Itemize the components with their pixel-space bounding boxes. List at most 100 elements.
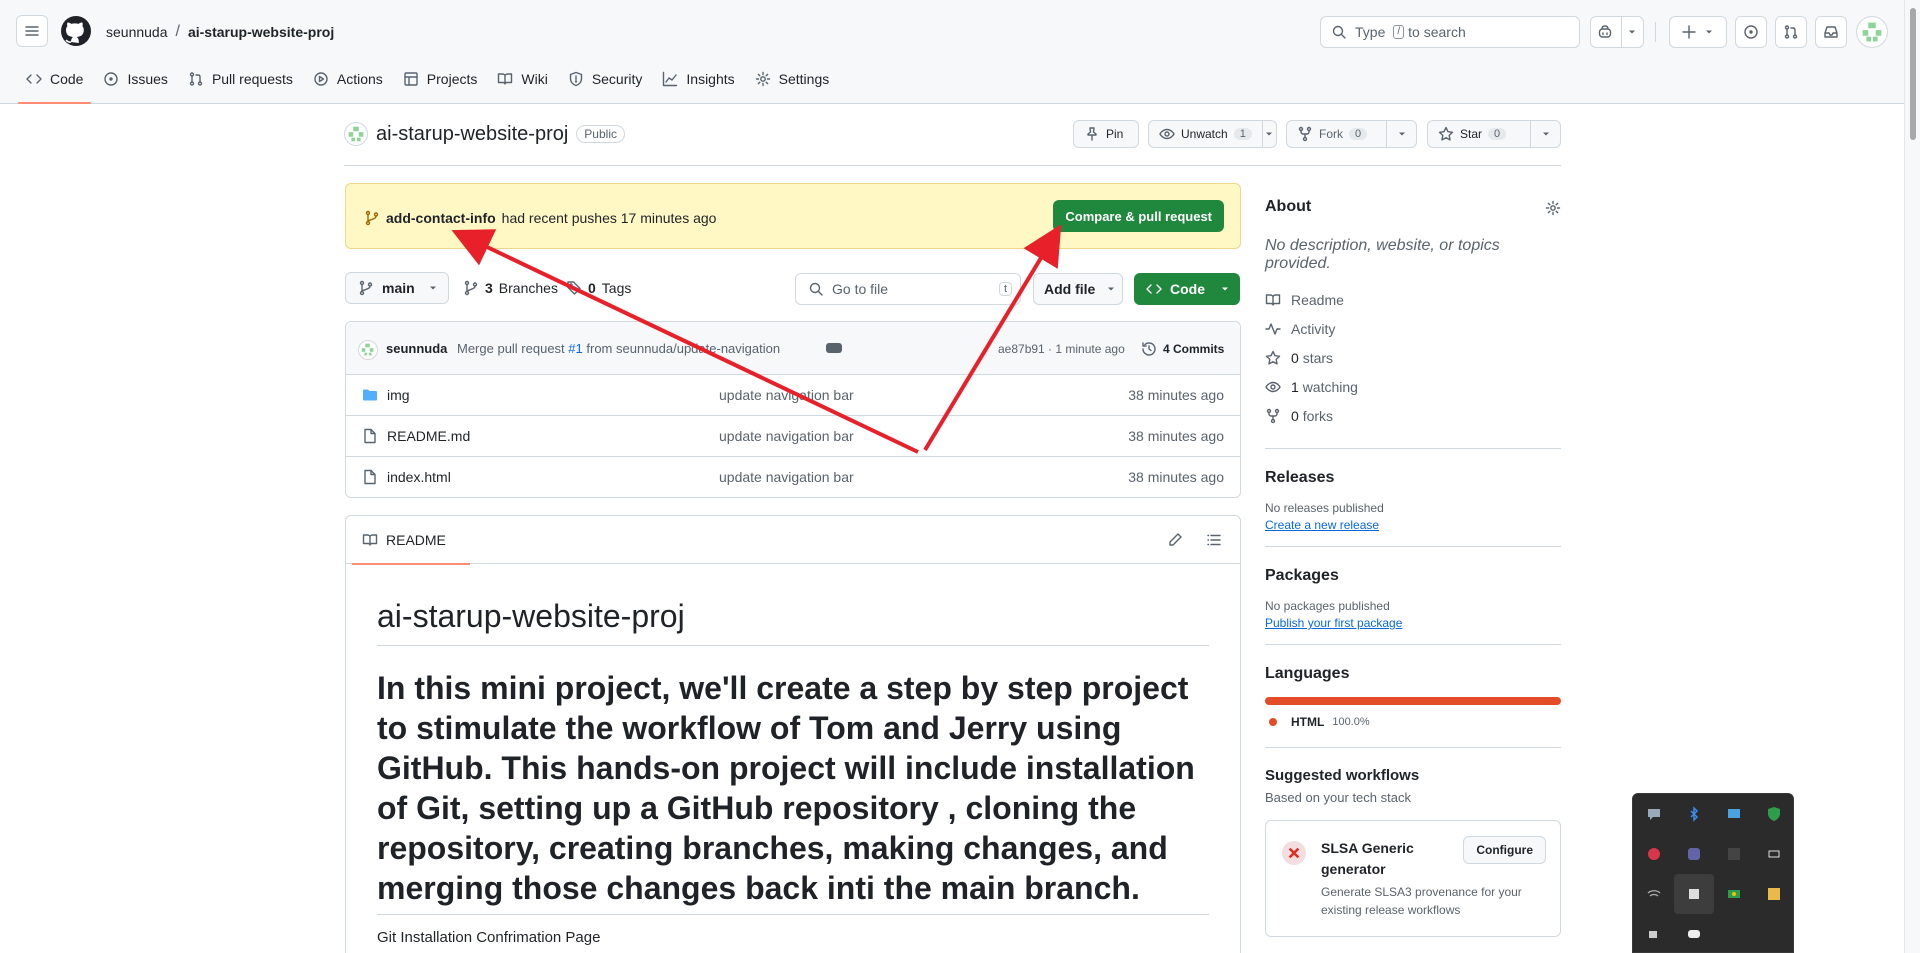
commit-author-avatar[interactable]	[358, 340, 378, 360]
file-commit-message[interactable]: update navigation bar	[719, 469, 854, 485]
tab-code[interactable]: Code	[16, 62, 93, 104]
inbox-button[interactable]	[1815, 16, 1847, 48]
tray-teams-icon[interactable]	[1674, 834, 1714, 874]
commits-link[interactable]: 4 Commits	[1141, 341, 1224, 357]
forks-count: 0	[1291, 407, 1299, 424]
repo-name[interactable]: ai-starup-website-proj	[376, 123, 568, 146]
folder-icon	[363, 389, 377, 401]
pull-requests-button[interactable]	[1775, 16, 1807, 48]
edit-readme-button[interactable]	[1167, 532, 1183, 548]
tab-insights[interactable]: Insights	[652, 62, 744, 96]
file-commit-message[interactable]: update navigation bar	[719, 387, 854, 403]
readme-link[interactable]: Readme	[1265, 285, 1561, 314]
github-logo-icon[interactable]	[60, 15, 92, 47]
branches-link[interactable]: 3 Branches	[463, 280, 558, 296]
releases-title[interactable]: Releases	[1265, 469, 1561, 487]
readme-tab[interactable]: README	[352, 516, 470, 565]
tray-wifi-icon[interactable]	[1634, 874, 1674, 914]
tray-defender-icon[interactable]	[1754, 794, 1794, 834]
configure-button[interactable]: Configure	[1463, 836, 1546, 864]
commit-pr-link[interactable]: #1	[568, 341, 582, 356]
system-tray-overflow	[1632, 793, 1794, 953]
commit-expand-button[interactable]	[826, 343, 842, 353]
activity-link-label: Activity	[1291, 320, 1336, 337]
tab-security[interactable]: Security	[558, 62, 653, 96]
commit-sha-time[interactable]: ae87b91 · 1 minute ago	[998, 342, 1125, 356]
file-name[interactable]: README.md	[387, 428, 470, 444]
code-button[interactable]: Code	[1134, 273, 1240, 305]
compare-pull-request-button[interactable]: Compare & pull request	[1053, 200, 1224, 232]
tray-app-flag-icon[interactable]	[1714, 874, 1754, 914]
stars-link[interactable]: 0 stars	[1265, 343, 1561, 372]
tray-app-dark-icon[interactable]	[1714, 834, 1754, 874]
watch-button[interactable]: Unwatch 1	[1148, 120, 1277, 148]
fork-dropdown[interactable]	[1386, 121, 1416, 147]
copilot-button[interactable]	[1590, 16, 1644, 48]
search-icon	[1332, 25, 1346, 39]
tray-app-cup-icon[interactable]	[1634, 914, 1674, 953]
tab-actions[interactable]: Actions	[303, 62, 393, 96]
add-file-button[interactable]: Add file	[1033, 273, 1123, 305]
file-commit-message[interactable]: update navigation bar	[719, 428, 854, 444]
tab-issues[interactable]: Issues	[93, 62, 177, 96]
tray-chat-icon[interactable]	[1634, 794, 1674, 834]
create-new-button[interactable]	[1669, 16, 1727, 48]
tray-display-icon[interactable]	[1714, 794, 1754, 834]
search-shortcut-key: /	[1393, 25, 1405, 39]
language-color-dot	[1269, 718, 1277, 726]
go-to-file-input[interactable]: Go to file t	[795, 273, 1021, 305]
file-age: 38 minutes ago	[1128, 469, 1224, 485]
watch-dropdown[interactable]	[1261, 121, 1276, 147]
pin-button[interactable]: Pin	[1073, 120, 1139, 148]
star-button[interactable]: Star 0	[1427, 120, 1561, 148]
tab-settings[interactable]: Settings	[745, 62, 840, 96]
fork-button[interactable]: Fork 0	[1286, 120, 1417, 148]
file-name[interactable]: img	[387, 387, 410, 403]
search-input[interactable]: Type / to search	[1320, 16, 1580, 48]
language-item[interactable]: HTML 100.0%	[1265, 715, 1561, 729]
menu-button[interactable]	[16, 15, 48, 47]
table-row[interactable]: README.md update navigation bar 38 minut…	[346, 416, 1240, 457]
tab-projects[interactable]: Projects	[393, 62, 488, 96]
publish-package-link[interactable]: Publish your first package	[1265, 616, 1561, 630]
breadcrumb-repo[interactable]: ai-starup-website-proj	[188, 24, 334, 40]
commit-message[interactable]: Merge pull request #1 from seunnuda/upda…	[457, 341, 780, 356]
tray-bluetooth-icon[interactable]	[1674, 794, 1714, 834]
tray-battery-icon[interactable]	[1754, 834, 1794, 874]
tab-label: Insights	[686, 71, 735, 87]
recent-push-banner: add-contact-info had recent pushes 17 mi…	[345, 183, 1241, 249]
book-icon	[1265, 293, 1281, 306]
table-icon	[404, 72, 418, 86]
tab-wiki[interactable]: Wiki	[487, 62, 557, 96]
tab-pull-requests[interactable]: Pull requests	[178, 62, 303, 96]
chevron-down-icon	[1108, 287, 1115, 291]
user-avatar[interactable]	[1856, 16, 1888, 48]
branch-selector[interactable]: main	[345, 272, 449, 304]
tray-app-picture-icon[interactable]	[1754, 874, 1794, 914]
about-settings-button[interactable]	[1545, 200, 1561, 216]
forks-link[interactable]: 0 forks	[1265, 401, 1561, 430]
commit-author[interactable]: seunnuda	[386, 341, 447, 356]
scrollbar-thumb[interactable]	[1910, 8, 1916, 140]
activity-link[interactable]: Activity	[1265, 314, 1561, 343]
packages-title[interactable]: Packages	[1265, 567, 1561, 585]
tab-label: Code	[50, 71, 84, 87]
star-dropdown[interactable]	[1530, 121, 1560, 147]
pushed-branch-name[interactable]: add-contact-info	[386, 210, 496, 226]
table-row[interactable]: index.html update navigation bar 38 minu…	[346, 457, 1240, 497]
tray-app-red-icon[interactable]	[1634, 834, 1674, 874]
chevron-down-icon	[1398, 132, 1405, 136]
breadcrumb-owner[interactable]: seunnuda	[106, 24, 168, 40]
page-scrollbar[interactable]	[1904, 0, 1920, 953]
table-row[interactable]: img update navigation bar 38 minutes ago	[346, 375, 1240, 416]
file-name[interactable]: index.html	[387, 469, 451, 485]
outline-button[interactable]	[1206, 532, 1222, 548]
tags-link[interactable]: 0 Tags	[566, 280, 631, 296]
about-section: About No description, website, or topics…	[1265, 198, 1561, 449]
create-release-link[interactable]: Create a new release	[1265, 518, 1561, 532]
issues-button[interactable]	[1735, 16, 1767, 48]
watching-link[interactable]: 1 watching	[1265, 372, 1561, 401]
owner-avatar[interactable]	[344, 122, 368, 146]
tray-app-selected-icon[interactable]	[1674, 874, 1714, 914]
tray-discord-icon[interactable]	[1674, 914, 1714, 953]
